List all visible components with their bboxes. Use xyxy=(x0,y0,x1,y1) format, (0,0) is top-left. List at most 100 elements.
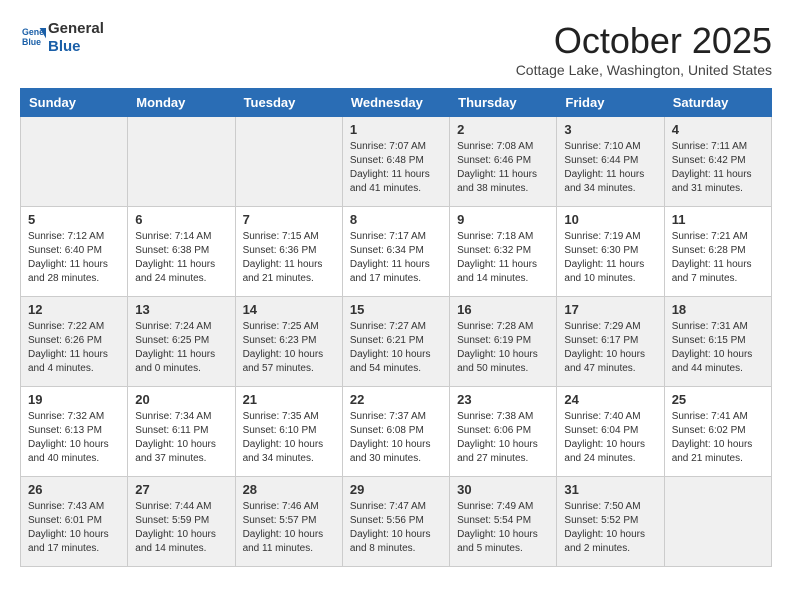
calendar-cell: 15 Sunrise: 7:27 AM Sunset: 6:21 PM Dayli… xyxy=(342,297,449,387)
column-header-monday: Monday xyxy=(128,89,235,117)
calendar-table: SundayMondayTuesdayWednesdayThursdayFrid… xyxy=(20,88,772,567)
day-number: 20 xyxy=(135,392,227,407)
calendar-cell: 18Sunrise: 7:31 AM Sunset: 6:15 PM Dayli… xyxy=(664,297,771,387)
calendar-cell: 21 Sunrise: 7:35 AM Sunset: 6:10 PM Dayli… xyxy=(235,387,342,477)
cell-info: Sunrise: 7:14 AM Sunset: 6:38 PM Dayligh… xyxy=(135,230,227,286)
cell-info: Sunrise: 7:15 AM Sunset: 6:36 PM Dayligh… xyxy=(243,230,335,286)
cell-info: Sunrise: 7:40 AM Sunset: 6:04 PM Dayligh… xyxy=(564,410,656,466)
cell-info: Sunrise: 7:44 AM Sunset: 5:59 PM Dayligh… xyxy=(135,500,227,556)
cell-info: Sunrise: 7:19 AM Sunset: 6:30 PM Dayligh… xyxy=(564,230,656,286)
cell-info: Sunrise: 7:08 AM Sunset: 6:46 PM Dayligh… xyxy=(457,140,549,196)
column-header-friday: Friday xyxy=(557,89,664,117)
calendar-week-2: 5 Sunrise: 7:12 AM Sunset: 6:40 PM Daylig… xyxy=(21,207,772,297)
calendar-cell: 27 Sunrise: 7:44 AM Sunset: 5:59 PM Dayli… xyxy=(128,477,235,567)
calendar-cell xyxy=(235,117,342,207)
calendar-cell: 10Sunrise: 7:19 AM Sunset: 6:30 PM Dayli… xyxy=(557,207,664,297)
calendar-cell: 7 Sunrise: 7:15 AM Sunset: 6:36 PM Daylig… xyxy=(235,207,342,297)
calendar-cell: 6 Sunrise: 7:14 AM Sunset: 6:38 PM Daylig… xyxy=(128,207,235,297)
cell-info: Sunrise: 7:47 AM Sunset: 5:56 PM Dayligh… xyxy=(350,500,442,556)
calendar-cell: 17 Sunrise: 7:29 AM Sunset: 6:17 PM Dayli… xyxy=(557,297,664,387)
calendar-cell: 28Sunrise: 7:46 AM Sunset: 5:57 PM Dayli… xyxy=(235,477,342,567)
day-number: 30 xyxy=(457,482,549,497)
day-number: 21 xyxy=(243,392,335,407)
day-number: 19 xyxy=(28,392,120,407)
cell-info: Sunrise: 7:25 AM Sunset: 6:23 PM Dayligh… xyxy=(243,320,335,376)
cell-info: Sunrise: 7:22 AM Sunset: 6:26 PM Dayligh… xyxy=(28,320,120,376)
calendar-cell: 24 Sunrise: 7:40 AM Sunset: 6:04 PM Dayli… xyxy=(557,387,664,477)
calendar-cell: 5 Sunrise: 7:12 AM Sunset: 6:40 PM Daylig… xyxy=(21,207,128,297)
day-number: 2 xyxy=(457,122,549,137)
calendar-cell: 25 Sunrise: 7:41 AM Sunset: 6:02 PM Dayli… xyxy=(664,387,771,477)
day-number: 17 xyxy=(564,302,656,317)
cell-info: Sunrise: 7:27 AM Sunset: 6:21 PM Dayligh… xyxy=(350,320,442,376)
calendar-cell: 22 Sunrise: 7:37 AM Sunset: 6:08 PM Dayli… xyxy=(342,387,449,477)
calendar-cell: 4Sunrise: 7:11 AM Sunset: 6:42 PM Daylig… xyxy=(664,117,771,207)
cell-info: Sunrise: 7:31 AM Sunset: 6:15 PM Dayligh… xyxy=(672,320,764,376)
cell-info: Sunrise: 7:12 AM Sunset: 6:40 PM Dayligh… xyxy=(28,230,120,286)
cell-info: Sunrise: 7:10 AM Sunset: 6:44 PM Dayligh… xyxy=(564,140,656,196)
calendar-cell: 23Sunrise: 7:38 AM Sunset: 6:06 PM Dayli… xyxy=(450,387,557,477)
logo-line1: General xyxy=(48,20,104,38)
location: Cottage Lake, Washington, United States xyxy=(516,62,772,78)
column-header-saturday: Saturday xyxy=(664,89,771,117)
calendar-cell: 8 Sunrise: 7:17 AM Sunset: 6:34 PM Daylig… xyxy=(342,207,449,297)
calendar-cell: 14 Sunrise: 7:25 AM Sunset: 6:23 PM Dayli… xyxy=(235,297,342,387)
day-number: 5 xyxy=(28,212,120,227)
day-number: 11 xyxy=(672,212,764,227)
calendar-header-row: SundayMondayTuesdayWednesdayThursdayFrid… xyxy=(21,89,772,117)
cell-info: Sunrise: 7:28 AM Sunset: 6:19 PM Dayligh… xyxy=(457,320,549,376)
cell-info: Sunrise: 7:43 AM Sunset: 6:01 PM Dayligh… xyxy=(28,500,120,556)
calendar-cell: 12Sunrise: 7:22 AM Sunset: 6:26 PM Dayli… xyxy=(21,297,128,387)
day-number: 25 xyxy=(672,392,764,407)
calendar-cell: 26 Sunrise: 7:43 AM Sunset: 6:01 PM Dayli… xyxy=(21,477,128,567)
cell-info: Sunrise: 7:21 AM Sunset: 6:28 PM Dayligh… xyxy=(672,230,764,286)
calendar-week-1: 1Sunrise: 7:07 AM Sunset: 6:48 PM Daylig… xyxy=(21,117,772,207)
day-number: 3 xyxy=(564,122,656,137)
cell-info: Sunrise: 7:37 AM Sunset: 6:08 PM Dayligh… xyxy=(350,410,442,466)
day-number: 4 xyxy=(672,122,764,137)
calendar-cell: 2 Sunrise: 7:08 AM Sunset: 6:46 PM Daylig… xyxy=(450,117,557,207)
logo: General Blue General Blue xyxy=(20,20,104,56)
day-number: 26 xyxy=(28,482,120,497)
day-number: 27 xyxy=(135,482,227,497)
calendar-cell: 9Sunrise: 7:18 AM Sunset: 6:32 PM Daylig… xyxy=(450,207,557,297)
title-section: October 2025 Cottage Lake, Washington, U… xyxy=(516,20,772,78)
day-number: 29 xyxy=(350,482,442,497)
day-number: 13 xyxy=(135,302,227,317)
day-number: 8 xyxy=(350,212,442,227)
calendar-cell xyxy=(128,117,235,207)
day-number: 22 xyxy=(350,392,442,407)
day-number: 6 xyxy=(135,212,227,227)
cell-info: Sunrise: 7:50 AM Sunset: 5:52 PM Dayligh… xyxy=(564,500,656,556)
day-number: 9 xyxy=(457,212,549,227)
day-number: 24 xyxy=(564,392,656,407)
calendar-cell: 19 Sunrise: 7:32 AM Sunset: 6:13 PM Dayli… xyxy=(21,387,128,477)
calendar-cell: 29 Sunrise: 7:47 AM Sunset: 5:56 PM Dayli… xyxy=(342,477,449,567)
day-number: 23 xyxy=(457,392,549,407)
calendar-week-5: 26 Sunrise: 7:43 AM Sunset: 6:01 PM Dayli… xyxy=(21,477,772,567)
logo-icon: General Blue xyxy=(22,24,46,48)
cell-info: Sunrise: 7:35 AM Sunset: 6:10 PM Dayligh… xyxy=(243,410,335,466)
cell-info: Sunrise: 7:34 AM Sunset: 6:11 PM Dayligh… xyxy=(135,410,227,466)
cell-info: Sunrise: 7:29 AM Sunset: 6:17 PM Dayligh… xyxy=(564,320,656,376)
cell-info: Sunrise: 7:49 AM Sunset: 5:54 PM Dayligh… xyxy=(457,500,549,556)
calendar-week-4: 19 Sunrise: 7:32 AM Sunset: 6:13 PM Dayli… xyxy=(21,387,772,477)
calendar-body: 1Sunrise: 7:07 AM Sunset: 6:48 PM Daylig… xyxy=(21,117,772,567)
calendar-cell xyxy=(664,477,771,567)
cell-info: Sunrise: 7:46 AM Sunset: 5:57 PM Dayligh… xyxy=(243,500,335,556)
calendar-cell: 20 Sunrise: 7:34 AM Sunset: 6:11 PM Dayli… xyxy=(128,387,235,477)
day-number: 15 xyxy=(350,302,442,317)
calendar-cell: 31Sunrise: 7:50 AM Sunset: 5:52 PM Dayli… xyxy=(557,477,664,567)
page-header: General Blue General Blue October 2025 C… xyxy=(20,20,772,78)
day-number: 14 xyxy=(243,302,335,317)
day-number: 1 xyxy=(350,122,442,137)
cell-info: Sunrise: 7:24 AM Sunset: 6:25 PM Dayligh… xyxy=(135,320,227,376)
calendar-cell: 3 Sunrise: 7:10 AM Sunset: 6:44 PM Daylig… xyxy=(557,117,664,207)
calendar-week-3: 12Sunrise: 7:22 AM Sunset: 6:26 PM Dayli… xyxy=(21,297,772,387)
cell-info: Sunrise: 7:17 AM Sunset: 6:34 PM Dayligh… xyxy=(350,230,442,286)
cell-info: Sunrise: 7:32 AM Sunset: 6:13 PM Dayligh… xyxy=(28,410,120,466)
calendar-cell: 16Sunrise: 7:28 AM Sunset: 6:19 PM Dayli… xyxy=(450,297,557,387)
cell-info: Sunrise: 7:41 AM Sunset: 6:02 PM Dayligh… xyxy=(672,410,764,466)
column-header-thursday: Thursday xyxy=(450,89,557,117)
day-number: 7 xyxy=(243,212,335,227)
